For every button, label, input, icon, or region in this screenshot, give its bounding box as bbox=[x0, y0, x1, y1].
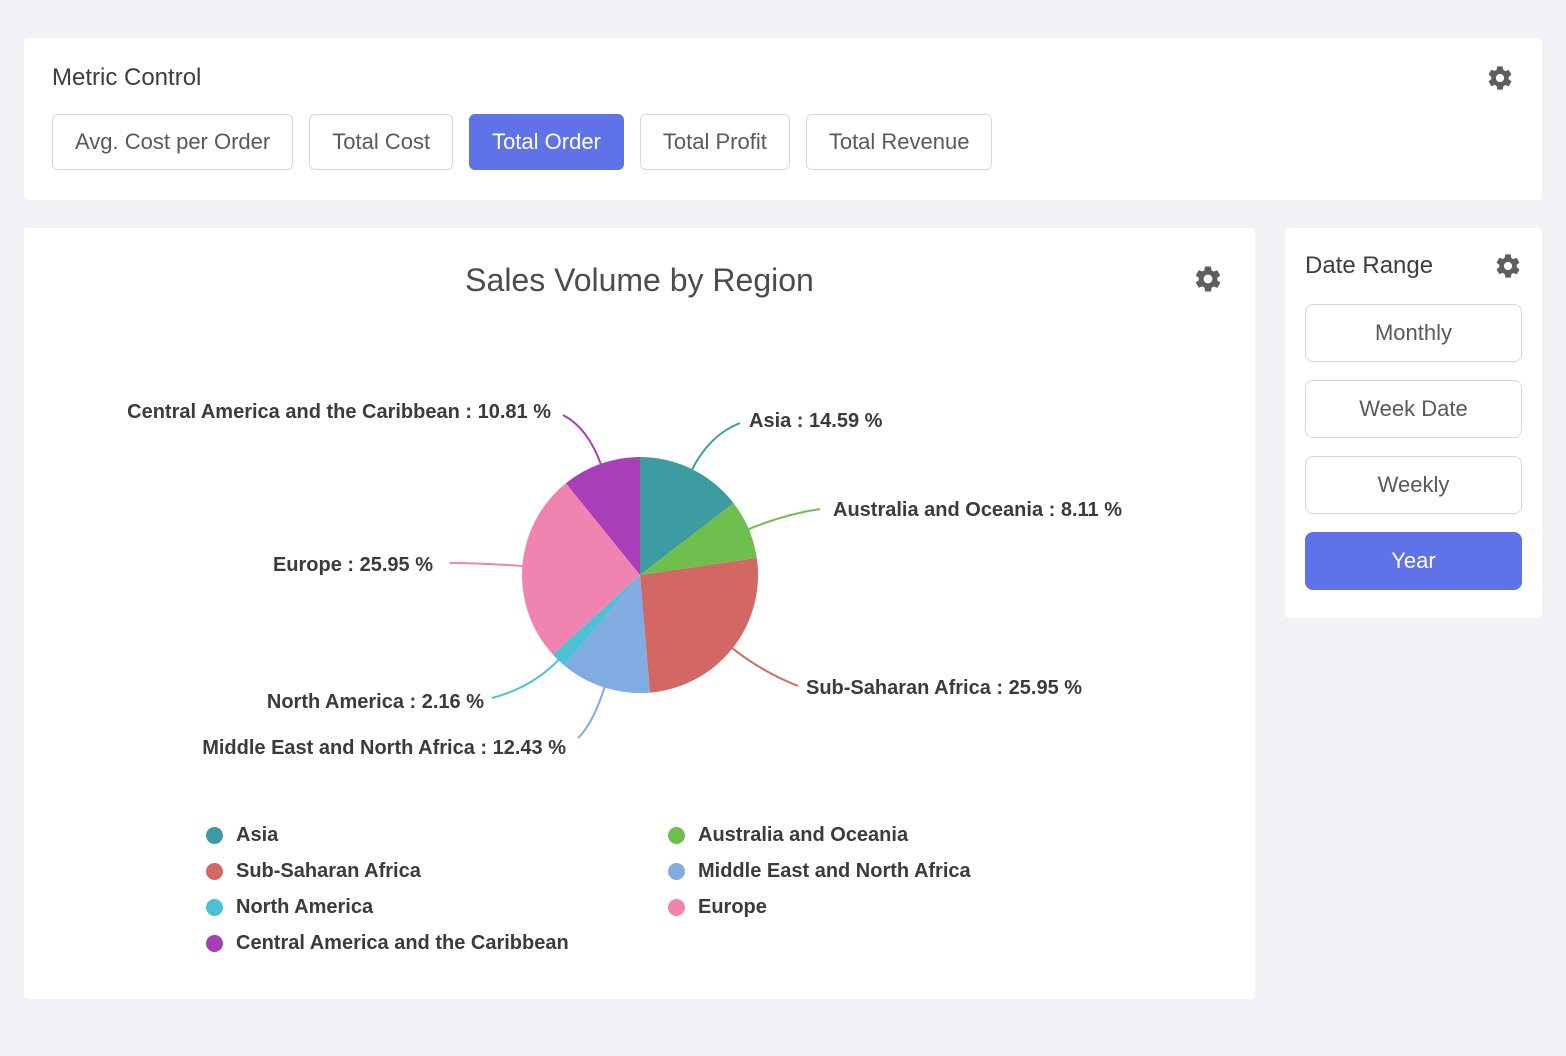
metric-control-header: Metric Control bbox=[52, 64, 1514, 92]
metric-button-total-order[interactable]: Total Order bbox=[469, 114, 624, 170]
chart-legend: Asia Australia and Oceania Sub-Saharan Afr… bbox=[206, 824, 1231, 955]
date-range-button-week-date[interactable]: Week Date bbox=[1305, 380, 1522, 438]
metric-button-total-profit[interactable]: Total Profit bbox=[640, 114, 790, 170]
legend-label: Middle East and North Africa bbox=[698, 860, 971, 883]
legend-item-sub-saharan-africa[interactable]: Sub-Saharan Africa bbox=[206, 860, 668, 883]
chart-header: Sales Volume by Region bbox=[48, 262, 1231, 306]
legend-dot bbox=[206, 827, 223, 844]
label-leader-line bbox=[563, 415, 601, 466]
legend-label: Asia bbox=[236, 824, 278, 847]
metric-control-panel: Metric Control Avg. Cost per Order Total … bbox=[24, 38, 1542, 200]
gear-icon bbox=[1494, 252, 1522, 280]
label-leader-line bbox=[450, 563, 524, 566]
gear-icon bbox=[1193, 264, 1223, 294]
label-leader-line bbox=[747, 509, 820, 530]
legend-dot bbox=[668, 863, 685, 880]
legend-item-europe[interactable]: Europe bbox=[668, 896, 1231, 919]
metric-button-total-revenue[interactable]: Total Revenue bbox=[806, 114, 993, 170]
date-range-button-monthly[interactable]: Monthly bbox=[1305, 304, 1522, 362]
chart-title: Sales Volume by Region bbox=[48, 262, 1231, 299]
metric-control-title: Metric Control bbox=[52, 64, 201, 92]
date-range-title: Date Range bbox=[1305, 252, 1433, 280]
gear-icon bbox=[1486, 64, 1514, 92]
label-leader-line bbox=[578, 686, 605, 738]
pie-label-north-america: North America : 2.16 % bbox=[267, 689, 484, 715]
legend-dot bbox=[668, 827, 685, 844]
pie-label-asia: Asia : 14.59 % bbox=[749, 408, 882, 434]
pie-label-middle-east-and-north-africa: Middle East and North Africa : 12.43 % bbox=[202, 735, 566, 761]
legend-label: North America bbox=[236, 896, 373, 919]
metric-button-avg-cost-per-order[interactable]: Avg. Cost per Order bbox=[52, 114, 293, 170]
legend-item-australia-and-oceania[interactable]: Australia and Oceania bbox=[668, 824, 1231, 847]
pie-label-australia-and-oceania: Australia and Oceania : 8.11 % bbox=[833, 497, 1122, 523]
metric-buttons: Avg. Cost per Order Total Cost Total Order… bbox=[52, 114, 1514, 170]
gear-icon[interactable] bbox=[1494, 252, 1522, 280]
label-leader-line bbox=[691, 423, 740, 471]
legend-dot bbox=[206, 935, 223, 952]
pie-label-sub-saharan-africa: Sub-Saharan Africa : 25.95 % bbox=[806, 675, 1082, 701]
date-range-button-year[interactable]: Year bbox=[1305, 532, 1522, 590]
label-leader-line bbox=[492, 659, 560, 698]
legend-dot bbox=[206, 899, 223, 916]
metric-button-total-cost[interactable]: Total Cost bbox=[309, 114, 453, 170]
pie-label-central-america-and-the-caribbean: Central America and the Caribbean : 10.8… bbox=[127, 399, 551, 425]
legend-dot bbox=[206, 863, 223, 880]
date-range-button-weekly[interactable]: Weekly bbox=[1305, 456, 1522, 514]
pie-chart: Asia : 14.59 % Australia and Oceania : 8.… bbox=[48, 310, 1231, 810]
pie-slice-sub-saharan-africa[interactable] bbox=[640, 558, 758, 693]
legend-item-asia[interactable]: Asia bbox=[206, 824, 668, 847]
date-range-panel: Date Range Monthly Week Date Weekly Year bbox=[1285, 228, 1542, 618]
dashboard: Metric Control Avg. Cost per Order Total … bbox=[24, 38, 1542, 999]
legend-label: Europe bbox=[698, 896, 767, 919]
legend-dot bbox=[668, 899, 685, 916]
legend-item-central-america-and-the-caribbean[interactable]: Central America and the Caribbean bbox=[206, 932, 668, 955]
date-range-header: Date Range bbox=[1305, 252, 1522, 280]
gear-icon[interactable] bbox=[1486, 64, 1514, 92]
legend-item-middle-east-and-north-africa[interactable]: Middle East and North Africa bbox=[668, 860, 1231, 883]
legend-label: Sub-Saharan Africa bbox=[236, 860, 421, 883]
date-range-buttons: Monthly Week Date Weekly Year bbox=[1305, 304, 1522, 590]
chart-panel: Sales Volume by Region Asia : 14.59 % Aus… bbox=[24, 228, 1255, 999]
gear-icon[interactable] bbox=[1193, 264, 1223, 294]
legend-label: Australia and Oceania bbox=[698, 824, 908, 847]
legend-item-north-america[interactable]: North America bbox=[206, 896, 668, 919]
main-row: Sales Volume by Region Asia : 14.59 % Aus… bbox=[24, 228, 1542, 999]
pie-label-europe: Europe : 25.95 % bbox=[273, 552, 433, 578]
label-leader-line bbox=[731, 647, 798, 686]
legend-label: Central America and the Caribbean bbox=[236, 932, 569, 955]
